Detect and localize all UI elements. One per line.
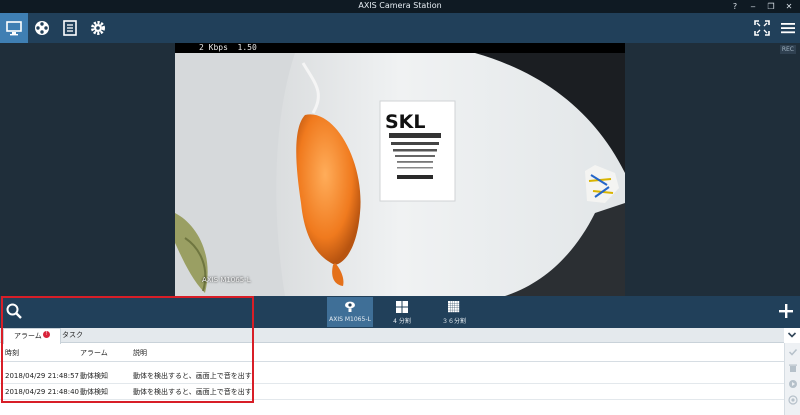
camera-view-icon[interactable] [788, 395, 798, 405]
layout-4-split-label: 4 分割 [393, 318, 411, 325]
title-bar: AXIS Camera Station ? ‒ ❐ ✕ [0, 0, 800, 13]
camera-name-overlay: AXIS M1065-L [202, 276, 251, 284]
camera-video[interactable]: SKL [175, 53, 625, 296]
configuration-button[interactable] [84, 13, 112, 43]
alarm-task-panel: アラーム! タスク 時刻 アラーム 説明 2018/04/29 21:48:57… [0, 328, 800, 415]
close-button[interactable]: ✕ [780, 0, 798, 13]
window-controls: ? ‒ ❐ ✕ [726, 0, 798, 13]
live-view-button[interactable] [0, 13, 28, 43]
rec-badge: REC [779, 45, 796, 54]
camera-icon [345, 301, 355, 312]
panel-side-tools [784, 343, 800, 415]
alarm-table: 時刻 アラーム 説明 2018/04/29 21:48:57 動体検知 動体を検… [0, 344, 784, 400]
cell-description: 動体を検出すると、画面上で音を出す [133, 372, 252, 380]
logs-button[interactable] [56, 13, 84, 43]
main-toolbar [0, 13, 800, 43]
cell-alarm: 動体検知 [80, 372, 108, 380]
alarm-count-badge: ! [42, 331, 50, 338]
recordings-button[interactable] [28, 13, 56, 43]
trash-icon[interactable] [788, 363, 798, 373]
column-header-description[interactable]: 説明 [133, 344, 147, 362]
fullscreen-button[interactable] [748, 13, 776, 43]
table-row[interactable]: 2018/04/29 21:48:40 動体検知 動体を検出すると、画面上で音を… [0, 384, 784, 400]
gear-icon [91, 21, 105, 35]
layout-36-split-button[interactable]: ３６分割 [434, 297, 474, 327]
chevron-down-icon[interactable] [787, 330, 797, 340]
add-icon[interactable] [776, 301, 796, 321]
column-header-time[interactable]: 時刻 [5, 344, 19, 362]
play-circle-icon[interactable] [788, 379, 798, 389]
table-header: 時刻 アラーム 説明 [0, 344, 784, 362]
cell-time: 2018/04/29 21:48:57 [5, 372, 80, 380]
column-header-alarm[interactable]: アラーム [80, 344, 108, 362]
help-button[interactable]: ? [726, 0, 744, 13]
checkmark-icon[interactable] [788, 347, 798, 357]
view-control-bar: AXIS M1065-L 4 分割 ３６分割 [0, 296, 800, 328]
restore-button[interactable]: ❐ [762, 0, 780, 13]
search-icon[interactable] [5, 302, 23, 320]
cell-description: 動体を検出すると、画面上で音を出す [133, 388, 252, 396]
film-reel-icon [35, 21, 49, 35]
tab-tasks-label: タスク [62, 331, 83, 339]
layout-4-split-button[interactable]: 4 分割 [384, 297, 420, 327]
cell-alarm: 動体検知 [80, 388, 108, 396]
layout-camera-button[interactable]: AXIS M1065-L [327, 297, 373, 327]
stream-info-bar: 2 Kbps 1.50 [175, 43, 625, 53]
clipboard-icon [63, 20, 77, 36]
menu-button[interactable] [774, 13, 800, 43]
layout-camera-label: AXIS M1065-L [329, 316, 371, 323]
tab-alarms-label: アラーム [14, 332, 42, 340]
live-view-area: REC 2 Kbps 1.50 SKL AXIS M1065-L [0, 43, 800, 296]
fullscreen-icon [754, 20, 770, 36]
monitor-icon [6, 21, 22, 36]
layout-36-split-label: ３６分割 [441, 318, 466, 325]
grid-36-icon [448, 301, 460, 313]
eye-chart-text: SKL [385, 111, 426, 133]
cell-time: 2018/04/29 21:48:40 [5, 388, 80, 396]
camera-frame: SKL [175, 53, 625, 296]
grid-4-icon [396, 301, 408, 313]
window-title: AXIS Camera Station [358, 1, 442, 10]
table-row[interactable]: 2018/04/29 21:48:57 動体検知 動体を検出すると、画面上で音を… [0, 368, 784, 384]
menu-icon [781, 23, 795, 34]
panel-tabs: アラーム! タスク [0, 328, 784, 344]
tab-tasks[interactable]: タスク [52, 328, 93, 343]
minimize-button[interactable]: ‒ [744, 0, 762, 13]
